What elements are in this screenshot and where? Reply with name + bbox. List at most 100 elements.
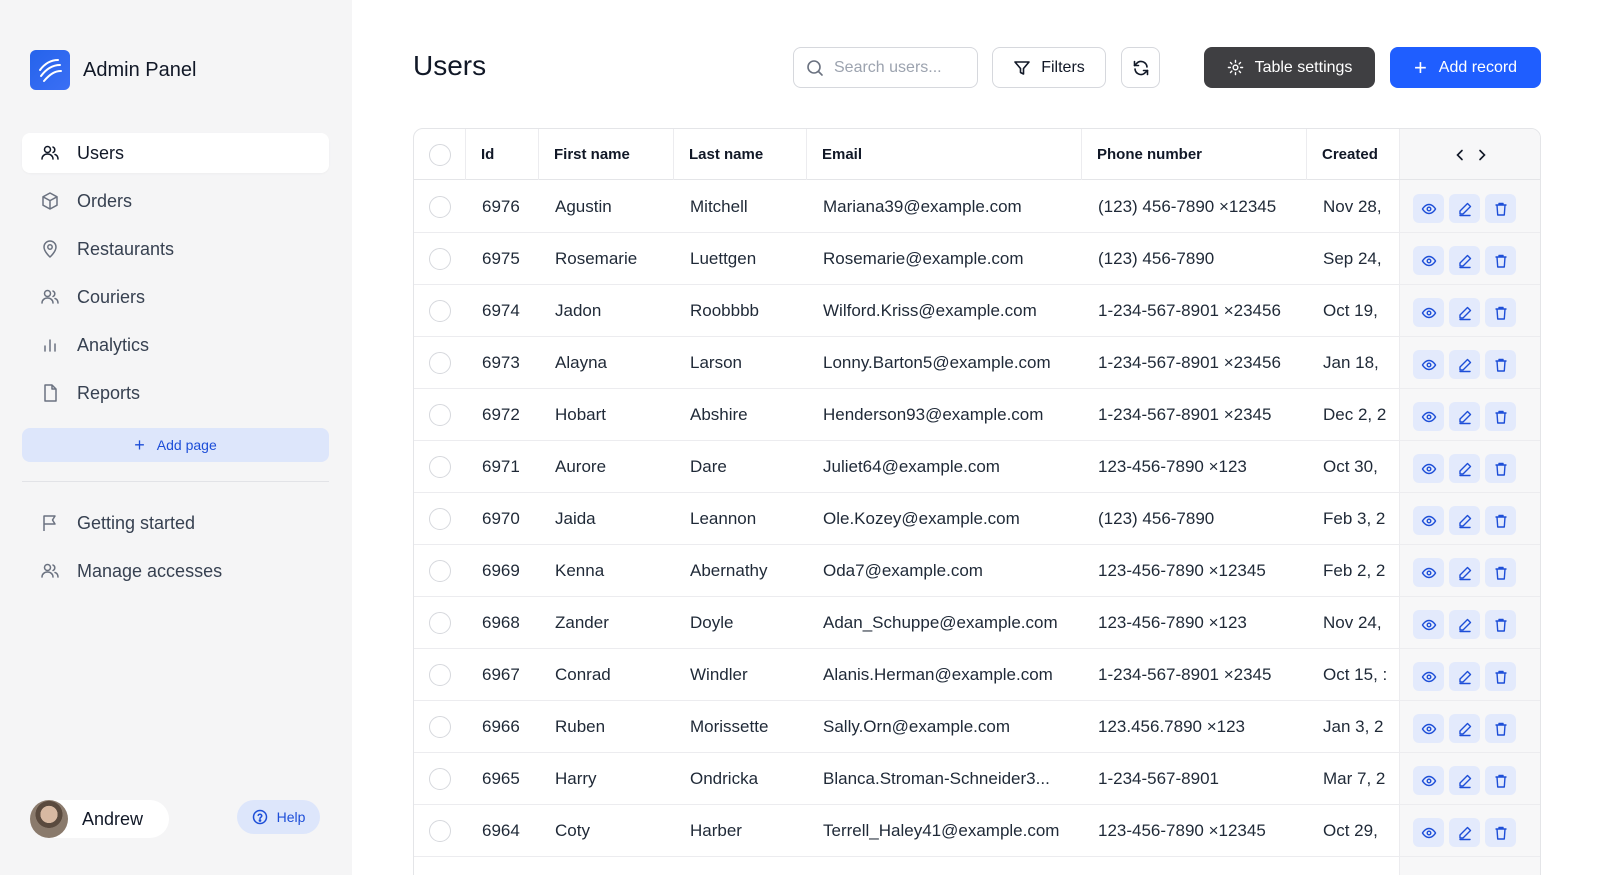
view-button[interactable] (1413, 246, 1444, 275)
refresh-button[interactable] (1121, 47, 1160, 88)
view-button[interactable] (1413, 454, 1444, 483)
sidebar-item-manage-accesses[interactable]: Manage accesses (22, 551, 329, 591)
brand[interactable]: Admin Panel (30, 50, 196, 90)
cell-created: Oct 15, : (1323, 664, 1388, 684)
delete-button[interactable] (1485, 298, 1516, 327)
column-header-created[interactable]: Created (1307, 129, 1399, 180)
column-header-last-name[interactable]: Last name (674, 129, 807, 180)
help-button[interactable]: Help (237, 800, 320, 834)
view-button[interactable] (1413, 818, 1444, 847)
table-row[interactable]: 6965 Harry Ondricka Blanca.Stroman-Schneide… (414, 752, 1540, 805)
view-button[interactable] (1413, 662, 1444, 691)
table-row[interactable]: 6970 Jaida Leannon Ole.Kozey@example.com (12… (414, 492, 1540, 545)
view-button[interactable] (1413, 506, 1444, 535)
sidebar-item-getting-started[interactable]: Getting started (22, 503, 329, 543)
edit-button[interactable] (1449, 766, 1480, 795)
view-button[interactable] (1413, 194, 1444, 223)
sidebar-item-couriers[interactable]: Couriers (22, 277, 329, 317)
sidebar-item-restaurants[interactable]: Restaurants (22, 229, 329, 269)
search-box[interactable] (793, 47, 978, 88)
add-page-button[interactable]: + Add page (22, 428, 329, 462)
add-record-button[interactable]: + Add record (1390, 47, 1541, 88)
add-record-label: Add record (1438, 58, 1518, 76)
table-header: Id First name Last name Email Phone number Cr… (414, 129, 1540, 180)
delete-button[interactable] (1485, 402, 1516, 431)
chevron-left-icon[interactable] (1453, 148, 1467, 162)
select-all-cell (414, 129, 466, 180)
delete-button[interactable] (1485, 662, 1516, 691)
table-row[interactable]: 6975 Rosemarie Luettgen Rosemarie@example.c… (414, 232, 1540, 285)
row-checkbox[interactable] (429, 247, 451, 270)
edit-button[interactable] (1449, 610, 1480, 639)
table-row[interactable]: 6969 Kenna Abernathy Oda7@example.com 123-45… (414, 544, 1540, 597)
edit-button[interactable] (1449, 402, 1480, 431)
view-button[interactable] (1413, 402, 1444, 431)
delete-button[interactable] (1485, 818, 1516, 847)
row-checkbox[interactable] (429, 559, 451, 582)
table-row[interactable]: 6973 Alayna Larson Lonny.Barton5@example.co… (414, 336, 1540, 389)
row-checkbox[interactable] (429, 507, 451, 530)
view-button[interactable] (1413, 610, 1444, 639)
edit-button[interactable] (1449, 662, 1480, 691)
sidebar-item-orders[interactable]: Orders (22, 181, 329, 221)
row-checkbox[interactable] (429, 767, 451, 790)
chevron-right-icon[interactable] (1475, 148, 1489, 162)
edit-button[interactable] (1449, 714, 1480, 743)
table-row[interactable]: 6971 Aurore Dare Juliet64@example.com 123-45… (414, 440, 1540, 493)
table-row[interactable]: 6972 Hobart Abshire Henderson93@example.com… (414, 388, 1540, 441)
search-input[interactable] (834, 58, 974, 77)
select-all-checkbox[interactable] (428, 143, 451, 166)
row-checkbox[interactable] (429, 195, 451, 218)
delete-button[interactable] (1485, 194, 1516, 223)
table-row[interactable]: 6964 Coty Harber Terrell_Haley41@example.co… (414, 804, 1540, 857)
filters-button[interactable]: Filters (992, 47, 1106, 88)
sidebar-item-label: Manage accesses (77, 560, 223, 581)
row-checkbox[interactable] (429, 611, 451, 634)
delete-button[interactable] (1485, 246, 1516, 275)
row-checkbox[interactable] (429, 351, 451, 374)
delete-button[interactable] (1485, 558, 1516, 587)
edit-button[interactable] (1449, 194, 1480, 223)
table-row[interactable]: 6974 Jadon Roobbbb Wilford.Kriss@example.co… (414, 284, 1540, 337)
column-header-first-name[interactable]: First name (539, 129, 674, 180)
table-row[interactable]: 6976 Agustin Mitchell Mariana39@example.com… (414, 180, 1540, 233)
sidebar-item-users[interactable]: Users (22, 133, 329, 173)
column-header-phone-number[interactable]: Phone number (1082, 129, 1307, 180)
edit-button[interactable] (1449, 246, 1480, 275)
delete-button[interactable] (1485, 506, 1516, 535)
column-header-id[interactable]: Id (466, 129, 539, 180)
cell-created: Oct 30, (1323, 456, 1378, 476)
delete-button[interactable] (1485, 350, 1516, 379)
view-button[interactable] (1413, 766, 1444, 795)
delete-button[interactable] (1485, 454, 1516, 483)
column-header-email[interactable]: Email (807, 129, 1082, 180)
table-row[interactable]: 6966 Ruben Morissette Sally.Orn@example.com… (414, 700, 1540, 753)
row-checkbox[interactable] (429, 455, 451, 478)
view-button[interactable] (1413, 714, 1444, 743)
delete-button[interactable] (1485, 714, 1516, 743)
sidebar-item-reports[interactable]: Reports (22, 373, 329, 413)
user-profile[interactable]: Andrew (30, 800, 170, 838)
edit-button[interactable] (1449, 506, 1480, 535)
view-button[interactable] (1413, 350, 1444, 379)
table-row[interactable]: 6968 Zander Doyle Adan_Schuppe@example.com 1… (414, 596, 1540, 649)
view-button[interactable] (1413, 558, 1444, 587)
pencil-icon (1457, 565, 1473, 581)
edit-button[interactable] (1449, 350, 1480, 379)
table-row[interactable]: 6967 Conrad Windler Alanis.Herman@example.c… (414, 648, 1540, 701)
edit-button[interactable] (1449, 818, 1480, 847)
table-settings-button[interactable]: Table settings (1204, 47, 1375, 88)
edit-button[interactable] (1449, 558, 1480, 587)
sidebar-item-analytics[interactable]: Analytics (22, 325, 329, 365)
edit-button[interactable] (1449, 298, 1480, 327)
view-button[interactable] (1413, 298, 1444, 327)
cell-first-name: Coty (555, 820, 590, 840)
row-checkbox[interactable] (429, 403, 451, 426)
edit-button[interactable] (1449, 454, 1480, 483)
row-checkbox[interactable] (429, 819, 451, 842)
row-checkbox[interactable] (429, 663, 451, 686)
delete-button[interactable] (1485, 766, 1516, 795)
row-checkbox[interactable] (429, 299, 451, 322)
row-checkbox[interactable] (429, 715, 451, 738)
delete-button[interactable] (1485, 610, 1516, 639)
